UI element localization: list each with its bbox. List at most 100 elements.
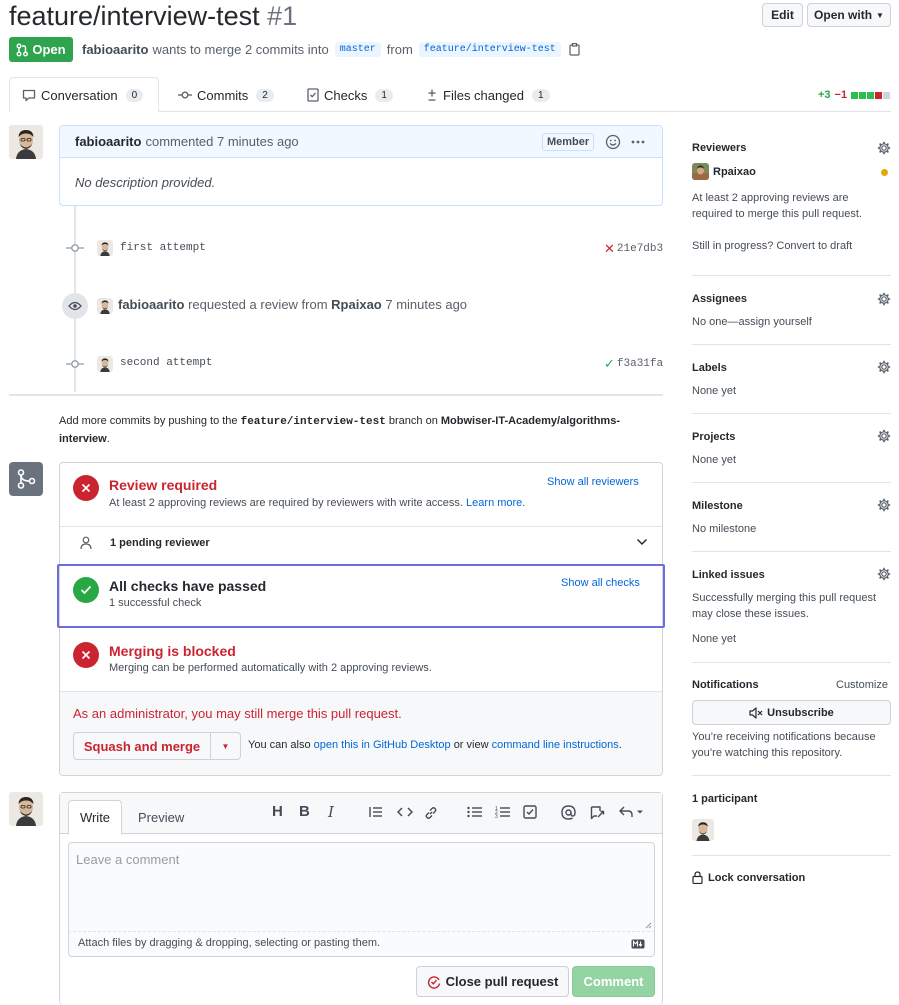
- svg-text:3: 3: [495, 814, 498, 818]
- assignees-title[interactable]: Assignees: [692, 293, 747, 305]
- reviewer-name[interactable]: Rpaixao: [713, 166, 756, 178]
- open-with-button[interactable]: Open with ▼: [807, 3, 891, 27]
- code-icon[interactable]: [397, 806, 413, 818]
- link-icon[interactable]: [424, 806, 438, 820]
- comment-textarea[interactable]: Leave a comment: [68, 842, 655, 932]
- markdown-icon[interactable]: [631, 939, 645, 949]
- gear-icon[interactable]: [877, 292, 891, 306]
- tab-counter: 1: [531, 88, 550, 102]
- base-branch[interactable]: master: [334, 42, 381, 57]
- push-note-middle: branch on: [388, 415, 438, 427]
- x-icon[interactable]: ✕: [604, 241, 615, 257]
- assignees-value[interactable]: No one—assign yourself: [692, 314, 812, 330]
- labels-value: None yet: [692, 385, 737, 397]
- member-badge: Member: [542, 133, 595, 151]
- projects-title[interactable]: Projects: [692, 431, 735, 443]
- italic-icon[interactable]: I: [328, 803, 334, 821]
- also-end: .: [618, 739, 622, 751]
- commit-message[interactable]: second attempt: [120, 357, 212, 369]
- convert-draft-link[interactable]: Still in progress? Convert to draft: [692, 238, 852, 254]
- author-avatar[interactable]: [9, 125, 43, 159]
- event-time[interactable]: 7 minutes ago: [385, 297, 467, 312]
- labels-title[interactable]: Labels: [692, 362, 727, 374]
- edit-button[interactable]: Edit: [762, 3, 803, 27]
- commit-message[interactable]: first attempt: [120, 242, 206, 254]
- review-required-desc: At least 2 approving reviews are require…: [109, 497, 463, 509]
- bold-icon[interactable]: B: [299, 803, 310, 820]
- mute-icon: [749, 706, 763, 719]
- task-list-icon[interactable]: [523, 805, 537, 819]
- sidebar-divider: [692, 413, 891, 414]
- reviewers-note: At least 2 approving reviews are require…: [692, 192, 862, 220]
- attach-bar[interactable]: Attach files by dragging & dropping, sel…: [68, 931, 655, 957]
- tab-counter: 1: [375, 88, 393, 102]
- reviewer-name[interactable]: Rpaixao: [331, 297, 382, 312]
- push-note-suffix: .: [106, 433, 110, 445]
- kebab-icon[interactable]: [630, 134, 646, 150]
- tab-preview[interactable]: Preview: [138, 810, 184, 825]
- show-reviewers-link[interactable]: Show all reviewers: [547, 476, 639, 488]
- current-user-avatar[interactable]: [9, 792, 43, 826]
- commit-author-avatar[interactable]: [97, 240, 113, 256]
- chevron-down-icon[interactable]: [636, 538, 648, 546]
- actor-avatar[interactable]: [97, 298, 113, 314]
- checks-section[interactable]: [57, 564, 665, 628]
- tab-commits[interactable]: Commits 2: [178, 78, 274, 112]
- gear-icon[interactable]: [877, 360, 891, 374]
- reply-icon[interactable]: [619, 806, 645, 818]
- commit-author-avatar[interactable]: [97, 356, 113, 372]
- x-circle-icon: [73, 642, 99, 668]
- reviewers-title[interactable]: Reviewers: [692, 142, 746, 154]
- participant-avatar[interactable]: [692, 819, 714, 841]
- gear-icon[interactable]: [877, 498, 891, 512]
- customize-link[interactable]: Customize: [836, 679, 888, 691]
- gear-icon[interactable]: [877, 567, 891, 581]
- gear-icon[interactable]: [877, 141, 891, 155]
- mention-icon[interactable]: [561, 805, 576, 820]
- review-required-title: Review required: [109, 477, 218, 493]
- tab-conversation-content[interactable]: Conversation 0: [22, 78, 144, 112]
- merge-options-dropdown[interactable]: ▼: [210, 732, 241, 760]
- resize-handle-icon[interactable]: [645, 922, 652, 929]
- also-text-wrap: You can also open this in GitHub Desktop…: [248, 739, 622, 751]
- unsubscribe-button[interactable]: Unsubscribe: [692, 700, 891, 725]
- show-checks-link[interactable]: Show all checks: [561, 577, 640, 589]
- lock-conversation-link[interactable]: Lock conversation: [692, 871, 805, 884]
- linked-issues-value: None yet: [692, 633, 737, 645]
- quote-icon[interactable]: [369, 806, 383, 818]
- comment-placeholder: Leave a comment: [76, 852, 180, 867]
- check-icon[interactable]: ✓: [604, 356, 615, 372]
- copy-icon[interactable]: [569, 43, 580, 56]
- tab-checks[interactable]: Checks 1: [307, 78, 393, 112]
- reviewer-avatar[interactable]: [692, 163, 709, 180]
- comment-button[interactable]: Comment: [572, 966, 655, 997]
- commit-sha[interactable]: 21e7db3: [617, 243, 663, 255]
- pending-reviewers-row[interactable]: 1 pending reviewer: [60, 527, 662, 561]
- tab-files-changed[interactable]: Files changed 1: [426, 78, 550, 112]
- learn-more-link[interactable]: Learn more.: [466, 497, 525, 509]
- gear-icon[interactable]: [877, 429, 891, 443]
- commit-sha[interactable]: f3a31fa: [617, 358, 663, 370]
- linked-issues-desc: Successfully merging this pull request m…: [692, 592, 877, 620]
- pending-reviewers-label: 1 pending reviewer: [110, 537, 210, 549]
- blocked-desc: Merging can be performed automatically w…: [109, 662, 432, 674]
- tab-write[interactable]: Write: [68, 800, 122, 835]
- projects-value: None yet: [692, 454, 737, 466]
- pr-author[interactable]: fabioaarito: [82, 42, 148, 57]
- head-branch[interactable]: feature/interview-test: [418, 42, 561, 57]
- heading-icon[interactable]: H: [272, 803, 283, 820]
- bullet-list-icon[interactable]: [467, 806, 482, 818]
- reference-icon[interactable]: [590, 805, 605, 820]
- desktop-link[interactable]: open this in GitHub Desktop: [314, 739, 451, 751]
- notifications-note: You’re receiving notifications because y…: [692, 731, 876, 759]
- close-pr-button[interactable]: Close pull request: [416, 966, 569, 997]
- comment-author[interactable]: fabioaarito: [75, 134, 141, 149]
- milestone-title[interactable]: Milestone: [692, 500, 743, 512]
- smiley-icon[interactable]: [605, 134, 621, 150]
- push-note-prefix: Add more commits by pushing to the: [59, 415, 238, 427]
- actor-name[interactable]: fabioaarito: [118, 297, 184, 312]
- numbered-list-icon[interactable]: 123: [495, 806, 510, 818]
- squash-merge-button[interactable]: Squash and merge: [73, 732, 211, 760]
- linked-issues-title[interactable]: Linked issues: [692, 569, 765, 581]
- cli-link[interactable]: command line instructions: [492, 739, 619, 751]
